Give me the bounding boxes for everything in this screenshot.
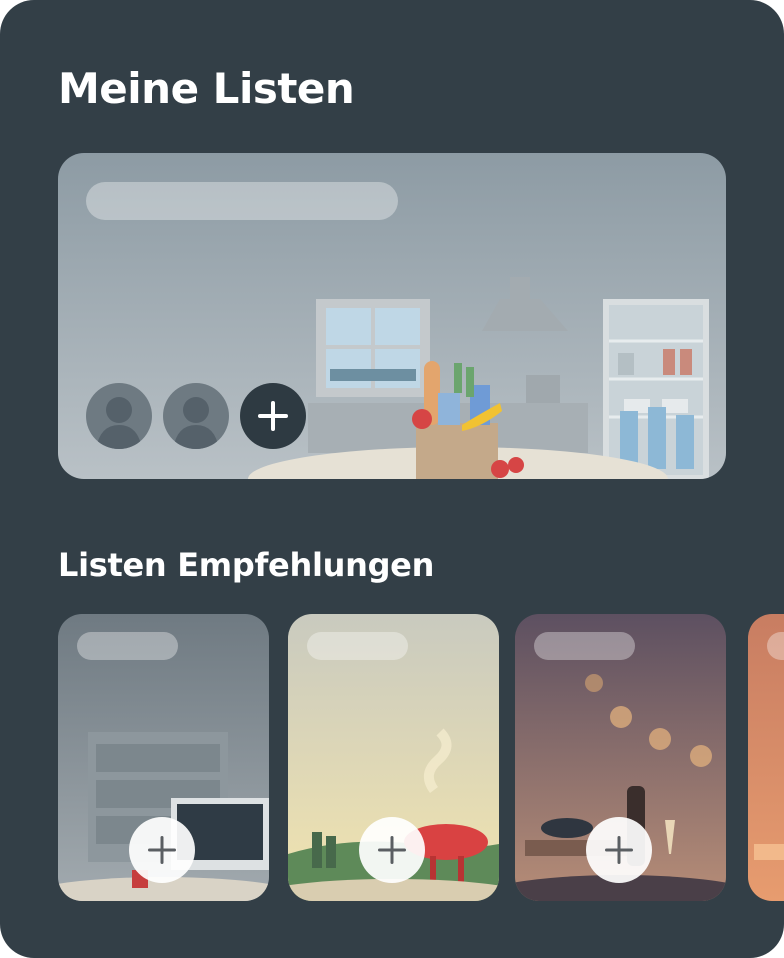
recommendation-card-partial[interactable] xyxy=(748,614,784,901)
add-list-button[interactable] xyxy=(359,817,425,883)
recommendation-card-office[interactable] xyxy=(58,614,269,901)
card-title-placeholder xyxy=(534,632,635,660)
member-avatar[interactable]: person-icon xyxy=(163,383,229,449)
add-member-button[interactable] xyxy=(240,383,306,449)
card-title-placeholder xyxy=(307,632,408,660)
recommendation-card-barbecue[interactable] xyxy=(288,614,499,901)
plus-icon xyxy=(378,836,406,864)
member-avatar[interactable]: person-icon xyxy=(86,383,152,449)
person-icon xyxy=(86,383,152,449)
add-list-button[interactable] xyxy=(586,817,652,883)
my-list-card[interactable]: person-icon person-icon xyxy=(58,153,726,479)
list-title-placeholder xyxy=(86,182,398,220)
add-list-button[interactable] xyxy=(129,817,195,883)
page-title: Meine Listen xyxy=(58,64,355,113)
recommendation-card-party[interactable] xyxy=(515,614,726,901)
card-title-placeholder xyxy=(77,632,178,660)
app-screen: Meine Listen Listen Empfehlungen xyxy=(0,0,784,958)
plus-icon xyxy=(258,401,288,431)
plus-icon xyxy=(605,836,633,864)
person-icon xyxy=(163,383,229,449)
recommendations-title: Listen Empfehlungen xyxy=(58,546,435,584)
plus-icon xyxy=(148,836,176,864)
